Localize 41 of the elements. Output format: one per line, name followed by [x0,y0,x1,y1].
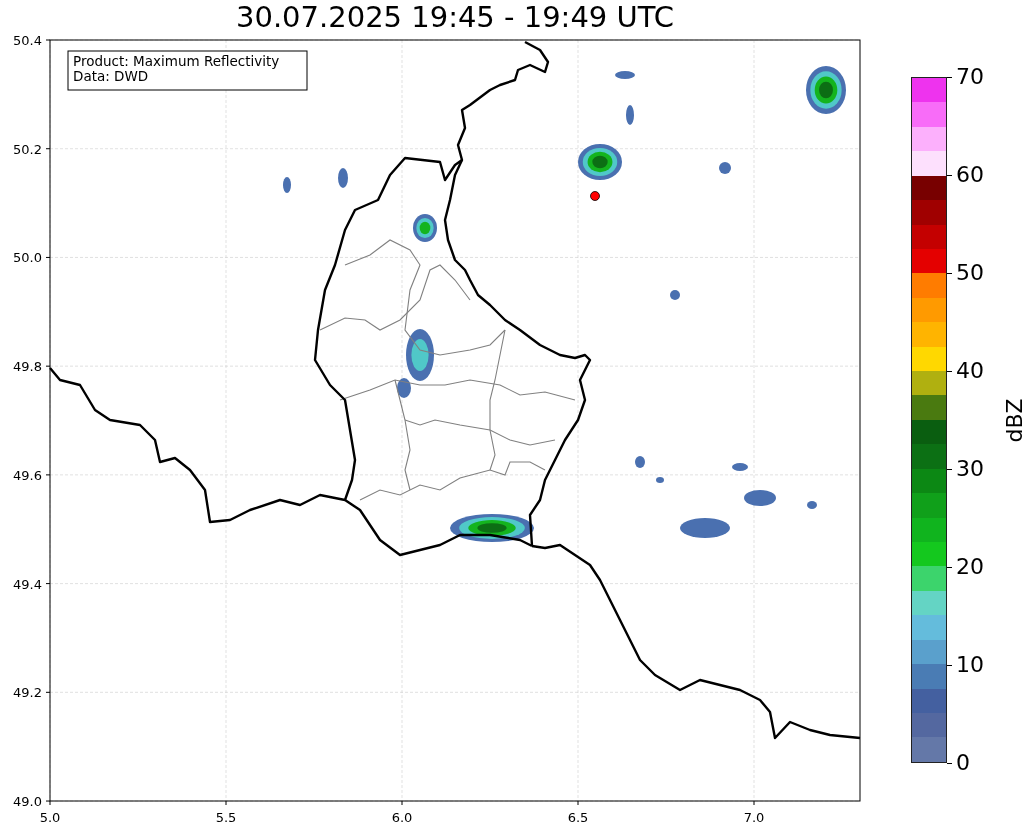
axis-tick-label: 49.4 [13,576,42,592]
radar-echo [656,477,664,483]
radar-echo [680,518,730,538]
colorbar-tick-label: 0 [956,750,970,776]
radar-echo [806,66,846,114]
radar-echo [615,71,635,79]
axis-tick-label: 5.5 [215,810,237,825]
radar-echo [626,105,634,125]
radar-echo [283,177,291,193]
colorbar-tick-label: 30 [956,456,984,482]
colorbar-label: dBZ [1001,397,1023,443]
axis-tick-label: 50.2 [13,141,42,157]
location-marker [590,191,600,201]
axis-tick-label: 6.0 [391,810,413,825]
axis-tick-label: 49.2 [13,685,42,701]
radar-echo [744,490,776,506]
radar-echo [807,501,817,509]
axis-tick-label: 7.0 [743,810,765,825]
axis-tick-label: 6.5 [567,810,589,825]
axis-tick-label: 49.6 [13,467,42,483]
colorbar-tick-label: 40 [956,358,984,384]
info-text: Data: DWD [73,68,149,84]
radar-echo [578,144,622,180]
axis-tick-label: 50.4 [13,34,42,48]
colorbar-tick-label: 50 [956,260,984,286]
axis-tick-label: 5.0 [39,810,61,825]
axis-tick-label: 50.0 [13,250,42,266]
colorbar-tick-label: 10 [956,652,984,678]
axis-tick-label: 49.0 [13,794,42,810]
info-text: Product: Maximum Reflectivity [73,53,280,69]
colorbar-tick-label: 60 [956,162,984,188]
radar-echo [719,162,731,174]
radar-echo [670,290,680,300]
colorbar-tick-label: 70 [956,64,984,90]
radar-echo [338,168,348,188]
axis-tick-label: 49.8 [13,359,42,375]
chart-title: 30.07.2025 19:45 - 19:49 UTC [236,0,674,34]
radar-echo [413,214,437,242]
radar-echo [635,456,645,468]
colorbar-tick-label: 20 [956,554,984,580]
radar-echo [732,463,748,471]
